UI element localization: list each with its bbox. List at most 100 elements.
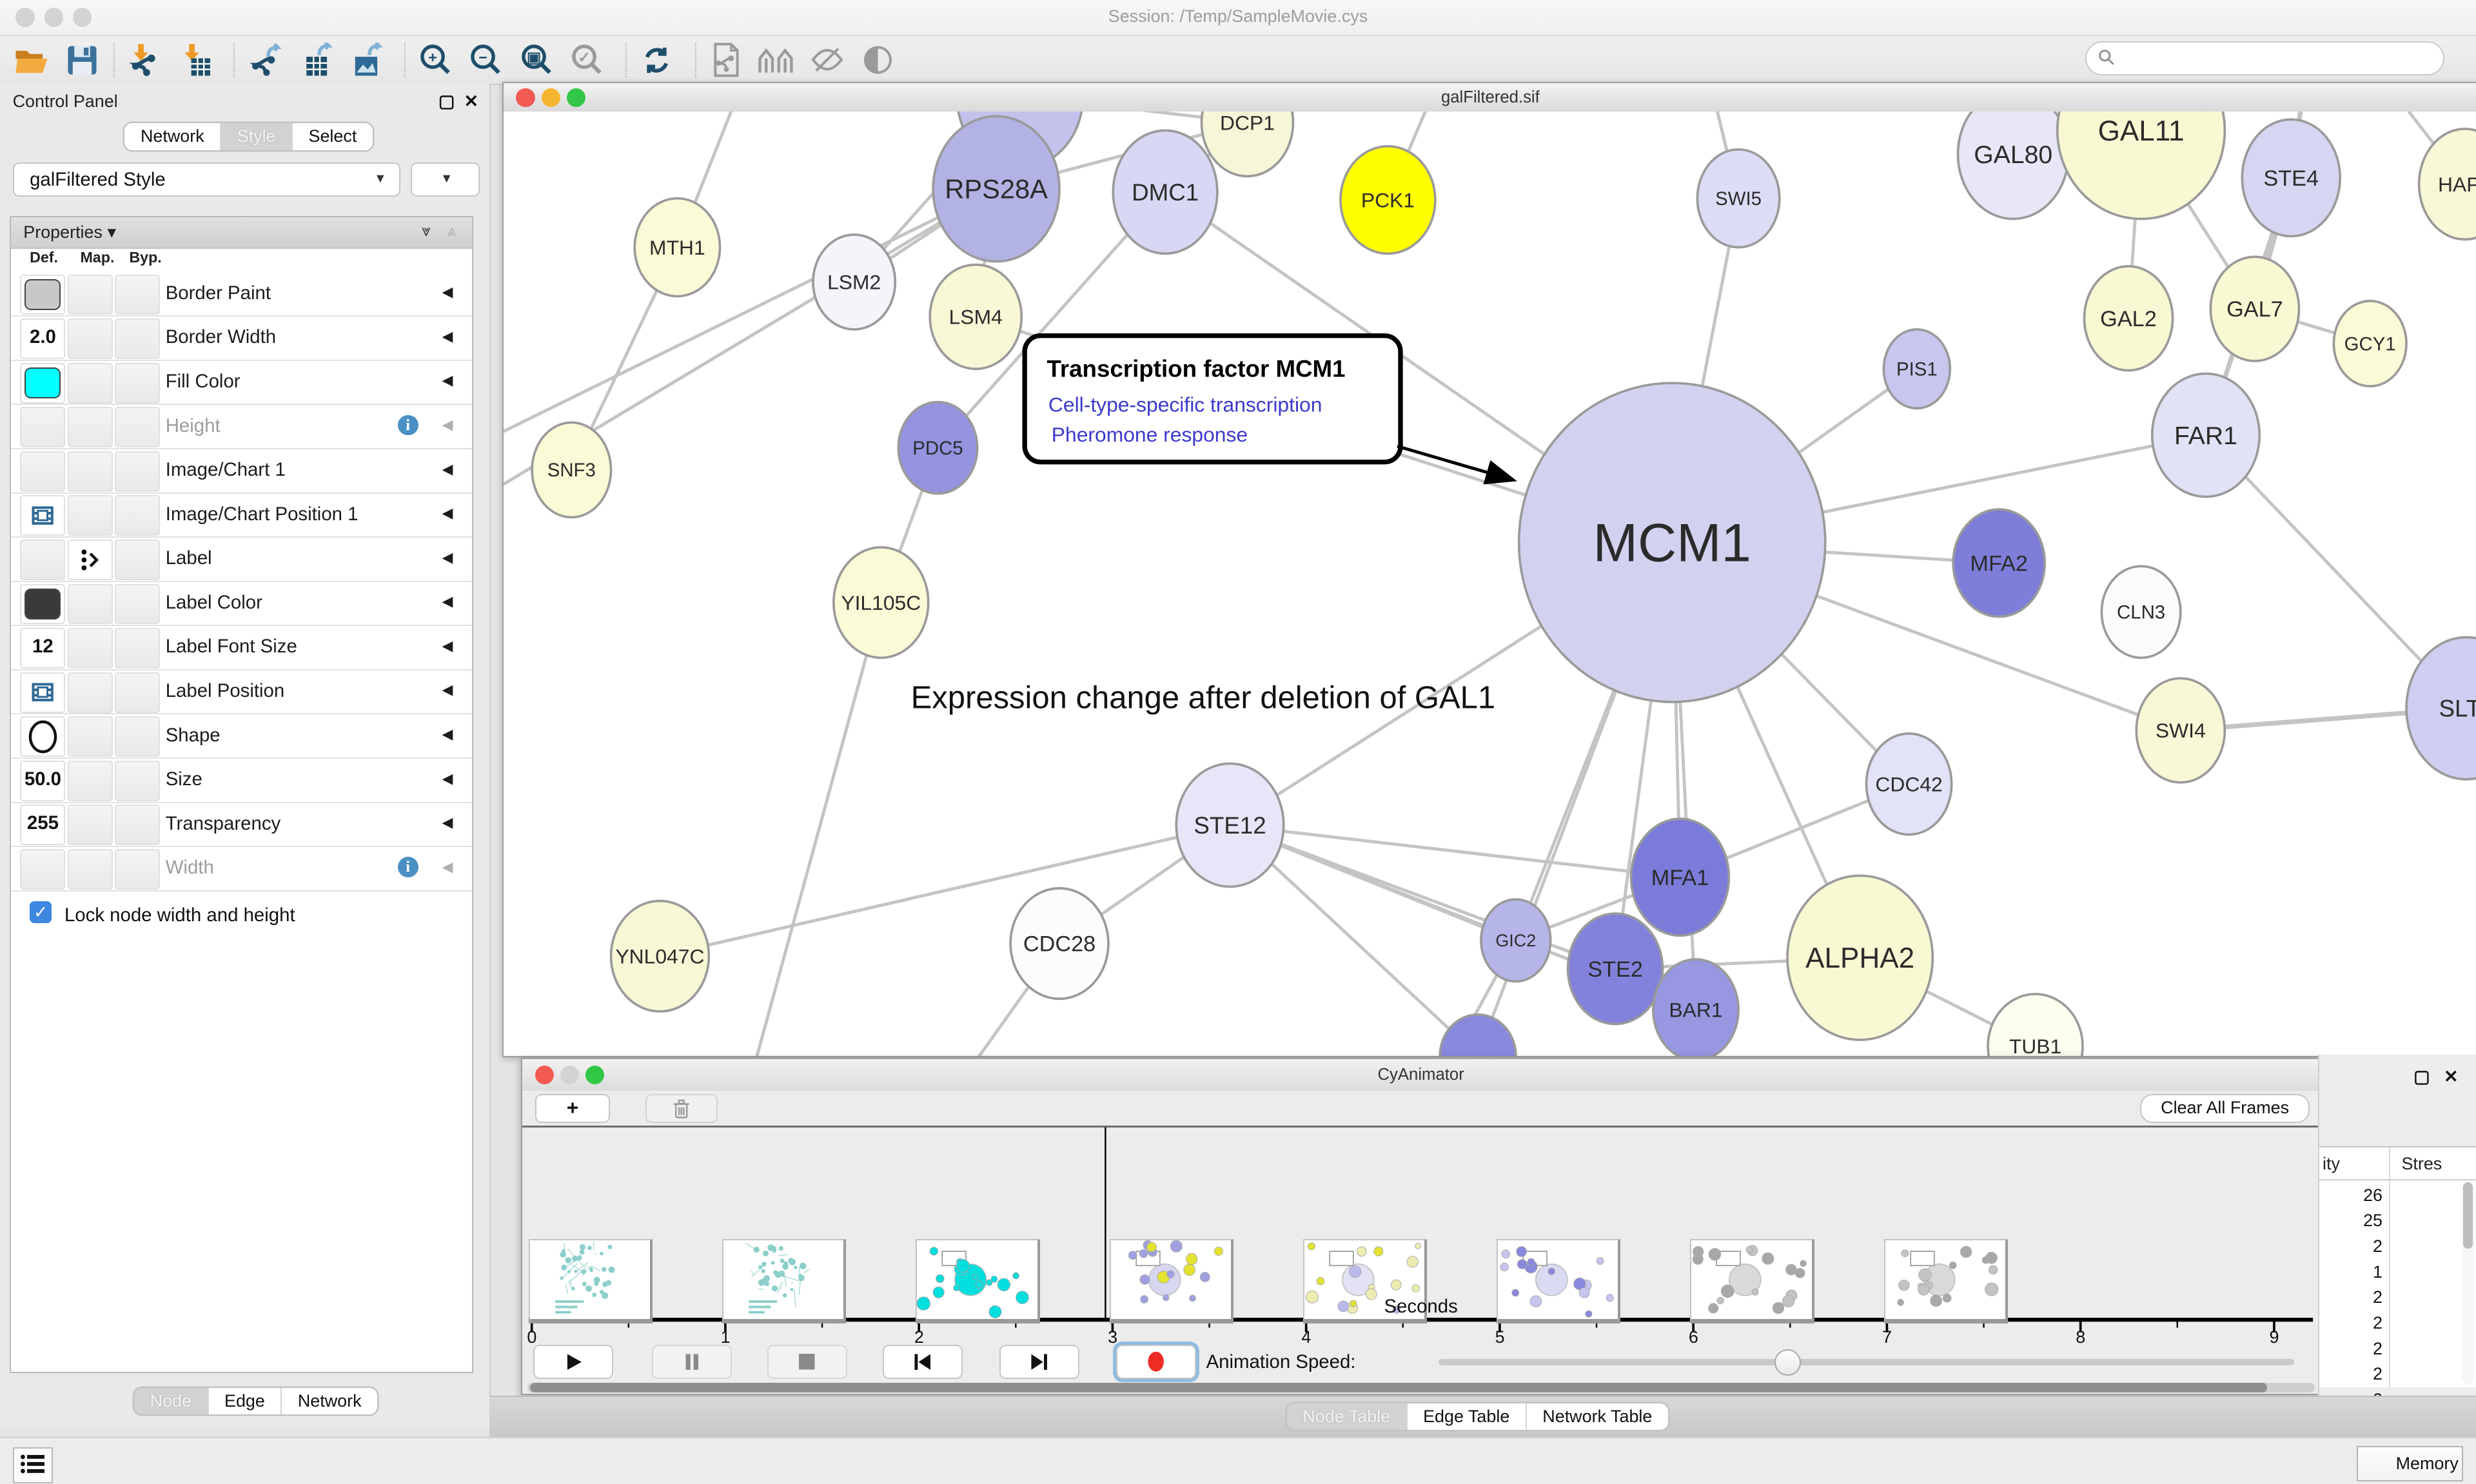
- hide-selected-button[interactable]: [805, 39, 850, 81]
- network-node-MFA2[interactable]: MFA2: [1953, 510, 2045, 618]
- property-row-label-color[interactable]: Label Color◀: [11, 581, 472, 627]
- network-window-titlebar[interactable]: galFiltered.sif: [504, 83, 2476, 113]
- collapse-all-icon[interactable]: ⩓: [447, 222, 456, 240]
- mapping-cell[interactable]: [68, 495, 113, 536]
- table-cell-value[interactable]: 25: [2323, 1211, 2383, 1231]
- tab-network-table[interactable]: Network Table: [1527, 1403, 1668, 1430]
- default-value-cell[interactable]: [20, 363, 65, 404]
- network-node-RPS28A[interactable]: RPS28A: [933, 117, 1059, 262]
- style-selector[interactable]: galFiltered Style ▼: [13, 162, 401, 197]
- annotation-mcm1[interactable]: Transcription factor MCM1Cell-type-speci…: [1025, 336, 1511, 480]
- default-value-cell[interactable]: [20, 275, 65, 315]
- network-node-PDC5[interactable]: PDC5: [898, 402, 977, 494]
- tab-edge[interactable]: Edge: [209, 1388, 282, 1415]
- network-node-SNF3[interactable]: SNF3: [532, 423, 611, 518]
- task-history-button[interactable]: [13, 1447, 54, 1483]
- tab-edge-table[interactable]: Edge Table: [1408, 1403, 1527, 1430]
- network-node-MTH1[interactable]: MTH1: [634, 199, 720, 297]
- network-node-CDC42[interactable]: CDC42: [1866, 734, 1951, 835]
- import-network-button[interactable]: [123, 39, 168, 81]
- skip-to-end-button[interactable]: [999, 1345, 1079, 1379]
- property-row-transparency[interactable]: 255Transparency◀: [11, 802, 472, 848]
- default-value-cell[interactable]: [20, 716, 65, 757]
- tab-network[interactable]: Network: [124, 123, 221, 150]
- default-value-cell[interactable]: [20, 849, 65, 890]
- bypass-cell[interactable]: [115, 407, 160, 447]
- info-icon[interactable]: i: [398, 415, 418, 436]
- network-node-CDC28[interactable]: CDC28: [1010, 888, 1108, 999]
- zoom-out-button[interactable]: −: [464, 39, 509, 81]
- animation-speed-slider-thumb[interactable]: [1774, 1349, 1801, 1376]
- network-node-MCM1[interactable]: MCM1: [1518, 384, 1825, 703]
- network-node-BAR1[interactable]: BAR1: [1653, 960, 1738, 1056]
- annotation-link[interactable]: Pheromone response: [1052, 423, 1248, 446]
- refresh-layout-button[interactable]: [634, 39, 679, 81]
- property-row-border-width[interactable]: 2.0Border Width◀: [11, 315, 472, 361]
- default-value-cell[interactable]: [20, 672, 65, 713]
- network-node-STE12[interactable]: STE12: [1176, 764, 1284, 887]
- network-node-STE2[interactable]: STE2: [1567, 913, 1662, 1024]
- network-node-GIC2[interactable]: GIC2: [1481, 899, 1551, 981]
- property-row-fill-color[interactable]: Fill Color◀: [11, 360, 472, 405]
- mapping-cell[interactable]: [68, 849, 113, 890]
- bypass-cell[interactable]: [115, 716, 160, 757]
- zoom-selected-button[interactable]: ✓: [565, 39, 610, 81]
- collapse-arrow-icon[interactable]: ◀: [442, 859, 453, 875]
- collapse-arrow-icon[interactable]: ◀: [442, 638, 453, 654]
- column-header[interactable]: Stres: [2401, 1154, 2442, 1174]
- mapping-cell[interactable]: [68, 275, 113, 315]
- mapping-cell[interactable]: [68, 407, 113, 447]
- export-table-button[interactable]: [294, 39, 339, 81]
- bypass-cell[interactable]: [115, 363, 160, 404]
- import-table-button[interactable]: [173, 39, 218, 81]
- default-value-cell[interactable]: [20, 451, 65, 492]
- skip-to-start-button[interactable]: [883, 1345, 963, 1379]
- expand-all-icon[interactable]: ⩔: [422, 222, 431, 240]
- collapse-arrow-icon[interactable]: ◀: [442, 372, 453, 389]
- collapse-arrow-icon[interactable]: ◀: [442, 328, 453, 345]
- show-all-button[interactable]: [856, 39, 900, 81]
- network-node-SWI4[interactable]: SWI4: [2136, 679, 2225, 783]
- mapping-cell[interactable]: [68, 805, 113, 845]
- bypass-cell[interactable]: [115, 584, 160, 625]
- network-node-DCP1[interactable]: DCP1: [1201, 112, 1293, 176]
- mapping-cell[interactable]: [68, 363, 113, 404]
- property-row-border-paint[interactable]: Border Paint◀: [11, 271, 472, 317]
- close-panel-icon[interactable]: ✕: [2444, 1067, 2459, 1087]
- info-icon[interactable]: i: [398, 857, 418, 877]
- network-canvas[interactable]: RPS28ADMC1DCP1PCK1MTH1LSM2LSM4SWI5GAL80G…: [504, 112, 2476, 1055]
- network-node-GCY1[interactable]: GCY1: [2334, 301, 2406, 386]
- delete-frame-button[interactable]: [645, 1094, 718, 1124]
- default-value-cell[interactable]: [20, 540, 65, 580]
- table-cell-value[interactable]: 2: [2323, 1287, 2383, 1307]
- collapse-arrow-icon[interactable]: ◀: [442, 505, 453, 522]
- network-node-SWI5[interactable]: SWI5: [1697, 150, 1779, 248]
- network-node-PCK1[interactable]: PCK1: [1341, 146, 1435, 254]
- mapping-cell[interactable]: [68, 540, 113, 580]
- default-value-cell[interactable]: 12: [20, 628, 65, 669]
- table-cell-value[interactable]: 26: [2323, 1186, 2383, 1206]
- collapse-arrow-icon[interactable]: ◀: [442, 416, 453, 433]
- property-row-label[interactable]: Label◀: [11, 536, 472, 582]
- mapping-cell[interactable]: [68, 672, 113, 713]
- node-table-grid[interactable]: ity Stres 26252122222: [2319, 1146, 2476, 1387]
- table-cell-value[interactable]: 2: [2323, 1313, 2383, 1333]
- table-scrollbar[interactable]: [2462, 1182, 2475, 1384]
- add-frame-button[interactable]: +: [535, 1094, 611, 1124]
- property-row-height[interactable]: Heighti◀: [11, 404, 472, 449]
- properties-header[interactable]: Properties ▾ ⩔ ⩓: [11, 217, 472, 249]
- default-value-cell[interactable]: 50.0: [20, 761, 65, 801]
- collapse-arrow-icon[interactable]: ◀: [442, 770, 453, 787]
- collapse-arrow-icon[interactable]: ◀: [442, 461, 453, 478]
- property-row-label-position[interactable]: Label Position◀: [11, 669, 472, 715]
- table-cell-value[interactable]: 2: [2323, 1364, 2383, 1384]
- table-cell-value[interactable]: 2: [2323, 1339, 2383, 1359]
- mapping-cell[interactable]: [68, 716, 113, 757]
- save-session-button[interactable]: [60, 39, 104, 81]
- default-value-cell[interactable]: [20, 584, 65, 625]
- default-value-cell[interactable]: [20, 495, 65, 536]
- property-row-size[interactable]: 50.0Size◀: [11, 757, 472, 803]
- tab-network[interactable]: Network: [282, 1388, 377, 1415]
- network-edge[interactable]: [660, 825, 1230, 956]
- tab-node-table[interactable]: Node Table: [1287, 1403, 1408, 1430]
